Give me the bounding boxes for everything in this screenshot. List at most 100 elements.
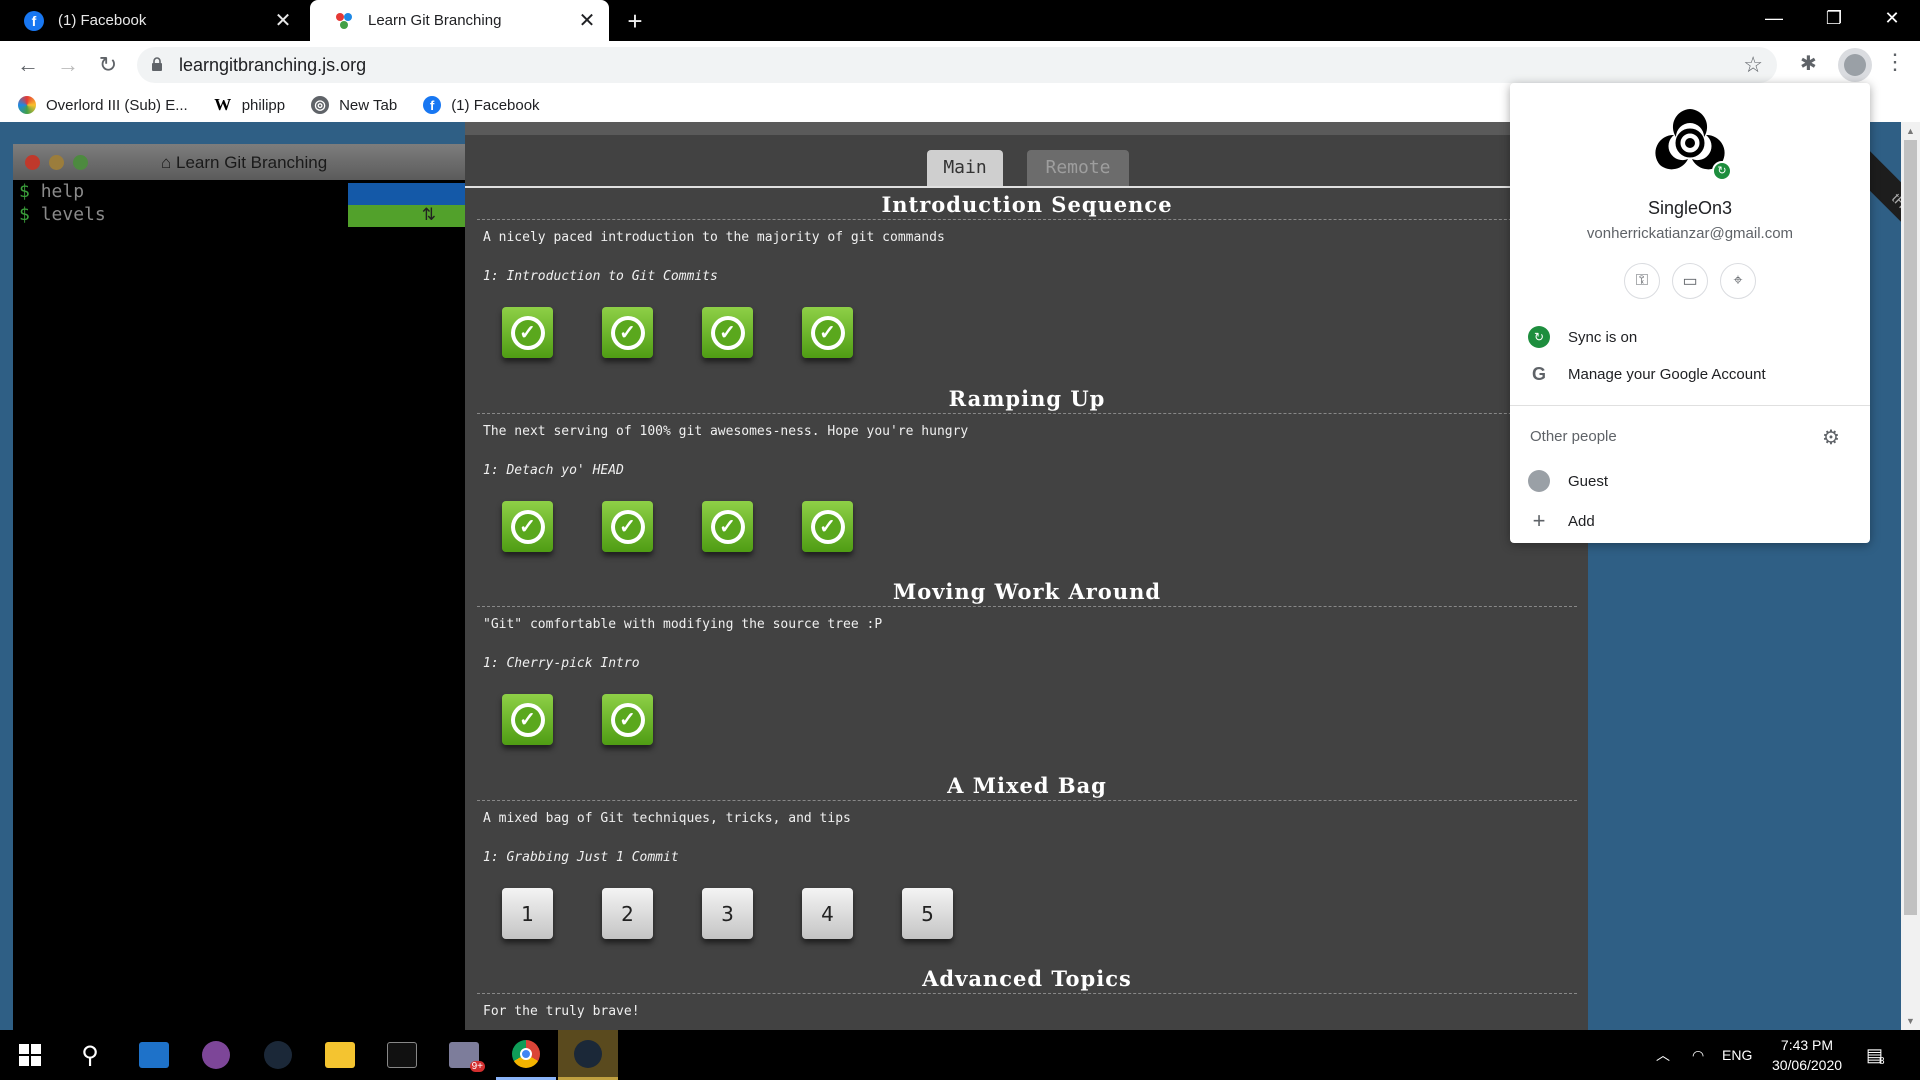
level-button[interactable]: 3 (702, 888, 753, 939)
dialog-tabs: Main Remote (465, 150, 1588, 188)
level-button-completed[interactable]: ✓ (802, 501, 853, 552)
level-button-completed[interactable]: ✓ (702, 501, 753, 552)
bookmark-philipp[interactable]: W philipp (214, 95, 286, 114)
dialog-top-edge (465, 122, 1588, 135)
new-tab-button[interactable]: + (620, 6, 650, 36)
minimize-button[interactable]: — (1746, 0, 1802, 36)
level-button[interactable]: 2 (602, 888, 653, 939)
level-sequence: A Mixed Bag A mixed bag of Git techniques… (477, 771, 1577, 939)
steam-icon[interactable] (248, 1030, 308, 1080)
bookmark-overlord[interactable]: Overlord III (Sub) E... (18, 96, 188, 114)
level-button-completed[interactable]: ✓ (502, 307, 553, 358)
passwords-key-icon[interactable]: ⚿ (1624, 263, 1660, 299)
bookmark-facebook[interactable]: f (1) Facebook (423, 96, 540, 114)
tab-learn-git-branching[interactable]: Learn Git Branching ✕ (310, 0, 609, 41)
menu-icon[interactable]: ⋮ (1884, 49, 1906, 75)
level-button[interactable]: 1 (502, 888, 553, 939)
bookmark-label: Overlord III (Sub) E... (46, 96, 188, 114)
checkmark-icon: ✓ (510, 702, 545, 737)
reload-button[interactable]: ↻ (94, 51, 122, 79)
sequence-title: Introduction Sequence (477, 190, 1577, 220)
level-button-completed[interactable]: ✓ (802, 307, 853, 358)
tab-title: (1) Facebook (58, 12, 147, 29)
level-button-completed[interactable]: ✓ (502, 694, 553, 745)
forward-button[interactable]: → (54, 51, 82, 79)
back-button[interactable]: ← (14, 51, 42, 79)
level-button[interactable]: 4 (802, 888, 853, 939)
checkmark-icon: ✓ (710, 315, 745, 350)
address-bar[interactable]: learngitbranching.js.org ☆ (137, 47, 1777, 83)
globe-icon: ◎ (311, 96, 330, 114)
profile-popup: ↻ SingleOn3 vonherrickatianzar@gmail.com… (1510, 83, 1870, 543)
steam-active-icon[interactable] (558, 1030, 618, 1080)
restore-button[interactable]: ❐ (1806, 0, 1862, 36)
mail-badge: 9+ (469, 1061, 485, 1072)
chrome-icon[interactable] (496, 1030, 556, 1080)
sync-label: Sync is on (1568, 328, 1638, 346)
scroll-down-icon[interactable]: ▼ (1906, 1016, 1915, 1026)
sequence-current-level: 1: Introduction to Git Commits (483, 269, 718, 284)
scrollbar-thumb[interactable] (1904, 140, 1917, 915)
level-button-completed[interactable]: ✓ (602, 307, 653, 358)
gear-icon[interactable]: ⚙ (1822, 425, 1840, 450)
manage-account-row[interactable]: G Manage your Google Account (1510, 356, 1870, 392)
overlord-icon (18, 96, 36, 114)
start-button[interactable] (0, 1030, 60, 1080)
close-dot-icon[interactable] (25, 154, 40, 170)
levels-command-bar[interactable]: ⇅ (348, 205, 466, 227)
lock-icon (152, 57, 162, 71)
level-button[interactable]: 5 (902, 888, 953, 939)
close-window-button[interactable]: ✕ (1864, 0, 1920, 36)
clock[interactable]: 7:43 PM 30/06/2020 (1764, 1035, 1850, 1075)
sequence-title: Ramping Up (477, 384, 1577, 414)
tab-main[interactable]: Main (927, 150, 1003, 186)
sync-status-row[interactable]: ↻ Sync is on (1510, 319, 1870, 355)
search-icon[interactable]: ⚲ (60, 1030, 120, 1080)
show-hidden-icons-icon[interactable]: ︿ (1656, 1030, 1670, 1080)
url-text: learngitbranching.js.org (179, 55, 367, 75)
payment-card-icon[interactable]: ▭ (1672, 263, 1708, 299)
tor-browser-icon[interactable] (186, 1030, 246, 1080)
tab-facebook[interactable]: f (1) Facebook ✕ (0, 0, 305, 41)
level-button-completed[interactable]: ✓ (502, 501, 553, 552)
terminal-window: ⌂ Learn Git Branching $ help $ levels (13, 144, 466, 1030)
language-indicator[interactable]: ENG (1722, 1030, 1752, 1080)
levels-dialog: Main Remote Introduction Sequence A nicel… (465, 122, 1588, 1030)
tab-title: Learn Git Branching (368, 12, 502, 29)
extensions-icon[interactable]: ✱ (1800, 51, 1817, 76)
windows-logo-icon (19, 1044, 41, 1066)
facebook-icon: f (423, 96, 442, 114)
terminal-titlebar: ⌂ Learn Git Branching (13, 144, 466, 180)
messaging-app-icon[interactable]: 9+ (434, 1030, 494, 1080)
help-command-bar[interactable] (348, 183, 466, 205)
notification-count: 8 (1879, 1055, 1885, 1067)
bookmark-star-icon[interactable]: ☆ (1743, 52, 1763, 78)
scrollbar[interactable]: ▲ ▼ (1901, 122, 1920, 1030)
addresses-pin-icon[interactable]: ⌖ (1720, 263, 1756, 299)
bookmark-new-tab[interactable]: ◎ New Tab (311, 96, 397, 114)
guest-row[interactable]: Guest (1510, 463, 1870, 499)
close-icon[interactable]: ✕ (271, 8, 295, 33)
bookmark-label: philipp (241, 96, 286, 114)
level-button-completed[interactable]: ✓ (702, 307, 753, 358)
terminal-app-icon[interactable] (372, 1030, 432, 1080)
profile-name: SingleOn3 (1647, 198, 1733, 218)
avatar-icon (1844, 54, 1866, 76)
mail-app-icon[interactable] (124, 1030, 184, 1080)
tab-remote[interactable]: Remote (1027, 150, 1129, 186)
add-person-row[interactable]: + Add (1510, 503, 1870, 539)
profile-button[interactable] (1838, 48, 1872, 82)
plus-icon: + (1532, 508, 1546, 533)
maximize-dot-icon[interactable] (73, 154, 88, 170)
action-center-icon[interactable]: ▤ 8 (1866, 1030, 1885, 1080)
wifi-icon[interactable]: ◠ (1692, 1030, 1704, 1080)
scroll-up-icon[interactable]: ▲ (1906, 126, 1915, 136)
checkmark-icon: ✓ (510, 509, 545, 544)
close-icon[interactable]: ✕ (575, 8, 599, 33)
level-button-completed[interactable]: ✓ (602, 694, 653, 745)
file-explorer-icon[interactable] (310, 1030, 370, 1080)
level-button-completed[interactable]: ✓ (602, 501, 653, 552)
learngitbranching-icon (334, 10, 354, 31)
minimize-dot-icon[interactable] (49, 154, 64, 170)
level-button-row: ✓ ✓ (502, 694, 1577, 745)
